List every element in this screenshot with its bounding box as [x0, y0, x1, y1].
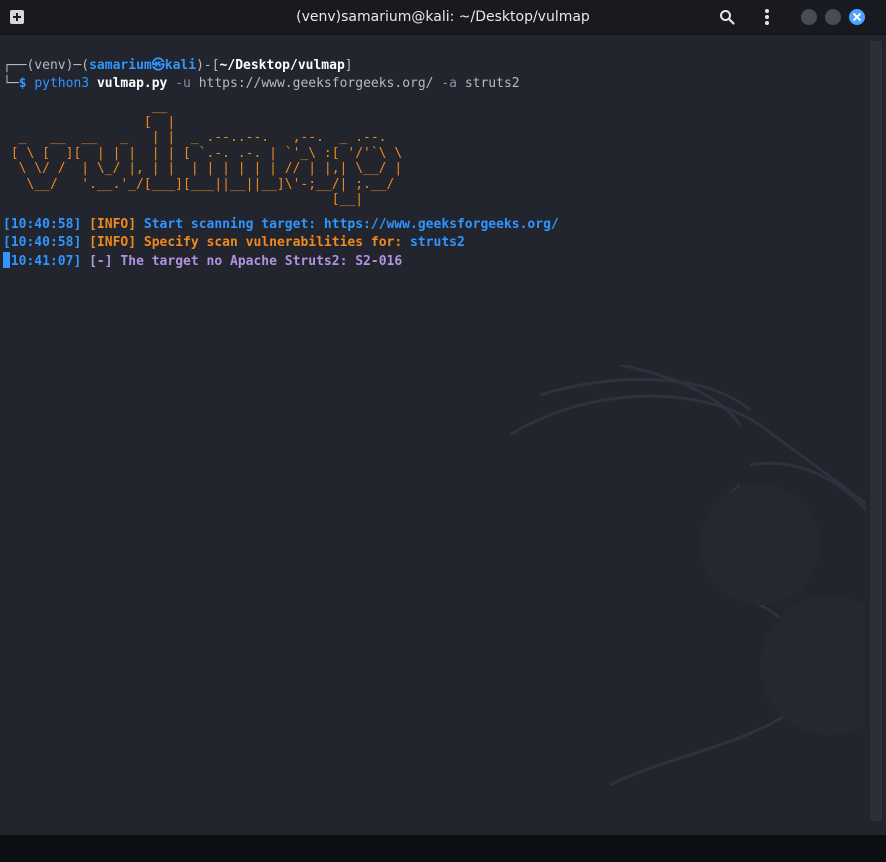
search-icon[interactable]: [719, 9, 735, 25]
kali-dragon-logo: [509, 365, 866, 787]
log-line-1: [10:40:58] [INFO] Start scanning target:…: [3, 217, 559, 232]
prompt-line-1: ┌──(venv)─(samarium㉿kali)-[~/Desktop/vul…: [3, 58, 353, 73]
close-icon[interactable]: [849, 9, 865, 25]
terminal-window: (venv)samarium@kali: ~/Desktop/vulmap ┌─…: [0, 0, 886, 862]
prompt-line-2: └─$ python3 vulmap.py -u https://www.gee…: [3, 76, 520, 91]
title-bar[interactable]: (venv)samarium@kali: ~/Desktop/vulmap: [0, 0, 886, 35]
terminal-output[interactable]: ┌──(venv)─(samarium㉿kali)-[~/Desktop/vul…: [0, 35, 866, 835]
log-line-2: [10:40:58] [INFO] Specify scan vulnerabi…: [3, 235, 465, 250]
scrollbar-thumb[interactable]: [870, 41, 882, 821]
log-line-3: [10:41:07] [-] The target no Apache Stru…: [3, 252, 403, 269]
taskbar-strip: [0, 835, 886, 862]
vulmap-ascii-banner: __ [ | _ __ __ _ | | _ .--..--. ,--. _ .…: [10, 99, 403, 207]
window-title: (venv)samarium@kali: ~/Desktop/vulmap: [296, 9, 590, 25]
menu-icon[interactable]: [759, 8, 775, 26]
scrollbar[interactable]: [866, 35, 886, 835]
maximize-icon[interactable]: [825, 9, 841, 25]
minimize-icon[interactable]: [801, 9, 817, 25]
